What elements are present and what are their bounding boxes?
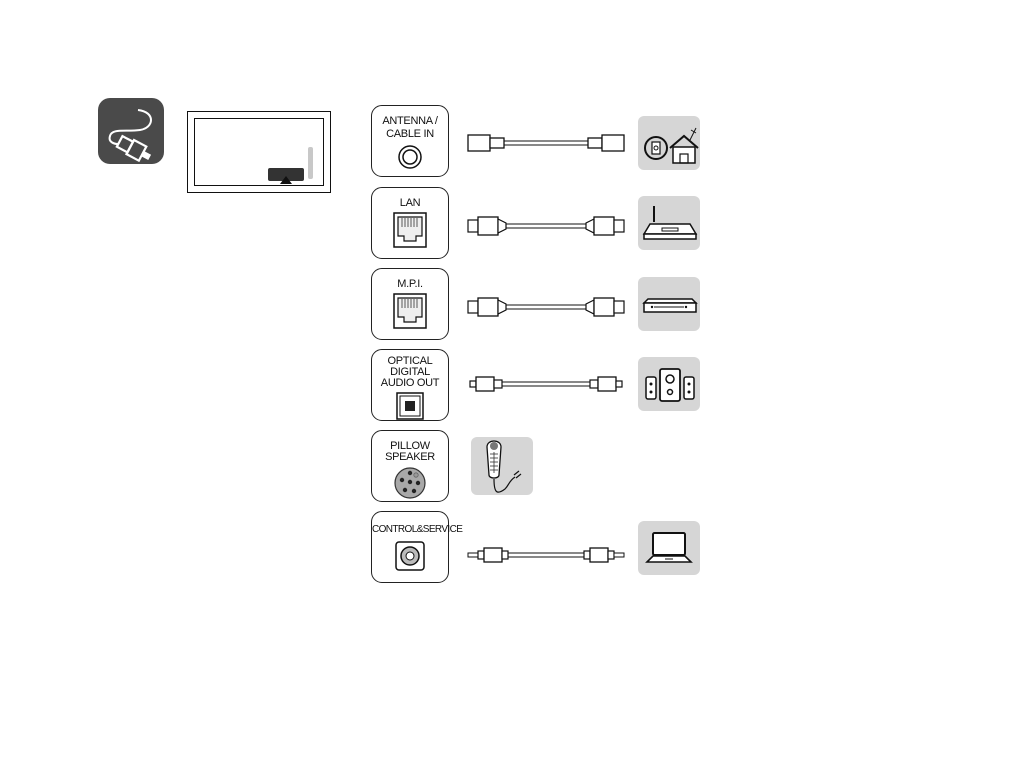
- rj45-port-icon: [393, 212, 427, 248]
- coax-cable-icon: [467, 134, 625, 152]
- tv-panel-icon: [194, 118, 324, 186]
- speaker-system-icon: [638, 357, 700, 411]
- optical-port-icon: [396, 392, 424, 420]
- lan-cable-icon: [467, 216, 625, 236]
- coax-port-icon: [398, 145, 422, 169]
- port-label: AUDIO OUT: [380, 377, 440, 389]
- pillow-speaker-remote-icon: [471, 437, 533, 495]
- tv-panel-diagram: [187, 111, 331, 193]
- audio-jack-cable-icon: [467, 547, 625, 563]
- router-icon: [638, 196, 700, 250]
- set-top-box-icon: [638, 277, 700, 331]
- port-antenna-cable-in: ANTENNA / CABLE IN: [371, 105, 449, 177]
- lan-cable-icon: [467, 297, 625, 317]
- arrow-up-icon: [280, 176, 292, 184]
- port-lan: LAN: [371, 187, 449, 259]
- port-label: LAN: [399, 197, 421, 209]
- port-control-service: CONTROL&SERVICE: [371, 511, 463, 583]
- rj45-port-icon: [393, 293, 427, 329]
- port-label: CONTROL&SERVICE: [372, 524, 463, 535]
- port-label: CABLE IN: [386, 128, 434, 140]
- port-label: ANTENNA /: [382, 115, 438, 127]
- port-optical-digital-audio-out: OPTICAL DIGITAL AUDIO OUT: [371, 349, 449, 421]
- optical-cable-icon: [469, 376, 623, 392]
- side-bar-indicator: [308, 147, 313, 179]
- audio-jack-port-icon: [395, 541, 425, 571]
- port-mpi: M.P.I.: [371, 268, 449, 340]
- port-pillow-speaker: PILLOW SPEAKER: [371, 430, 449, 502]
- laptop-icon: [638, 521, 700, 575]
- port-label: M.P.I.: [397, 278, 423, 290]
- antenna-house-icon: [638, 116, 700, 170]
- din-port-icon: [394, 467, 426, 499]
- cable-connection-icon: [98, 98, 164, 164]
- port-label: SPEAKER: [385, 451, 435, 463]
